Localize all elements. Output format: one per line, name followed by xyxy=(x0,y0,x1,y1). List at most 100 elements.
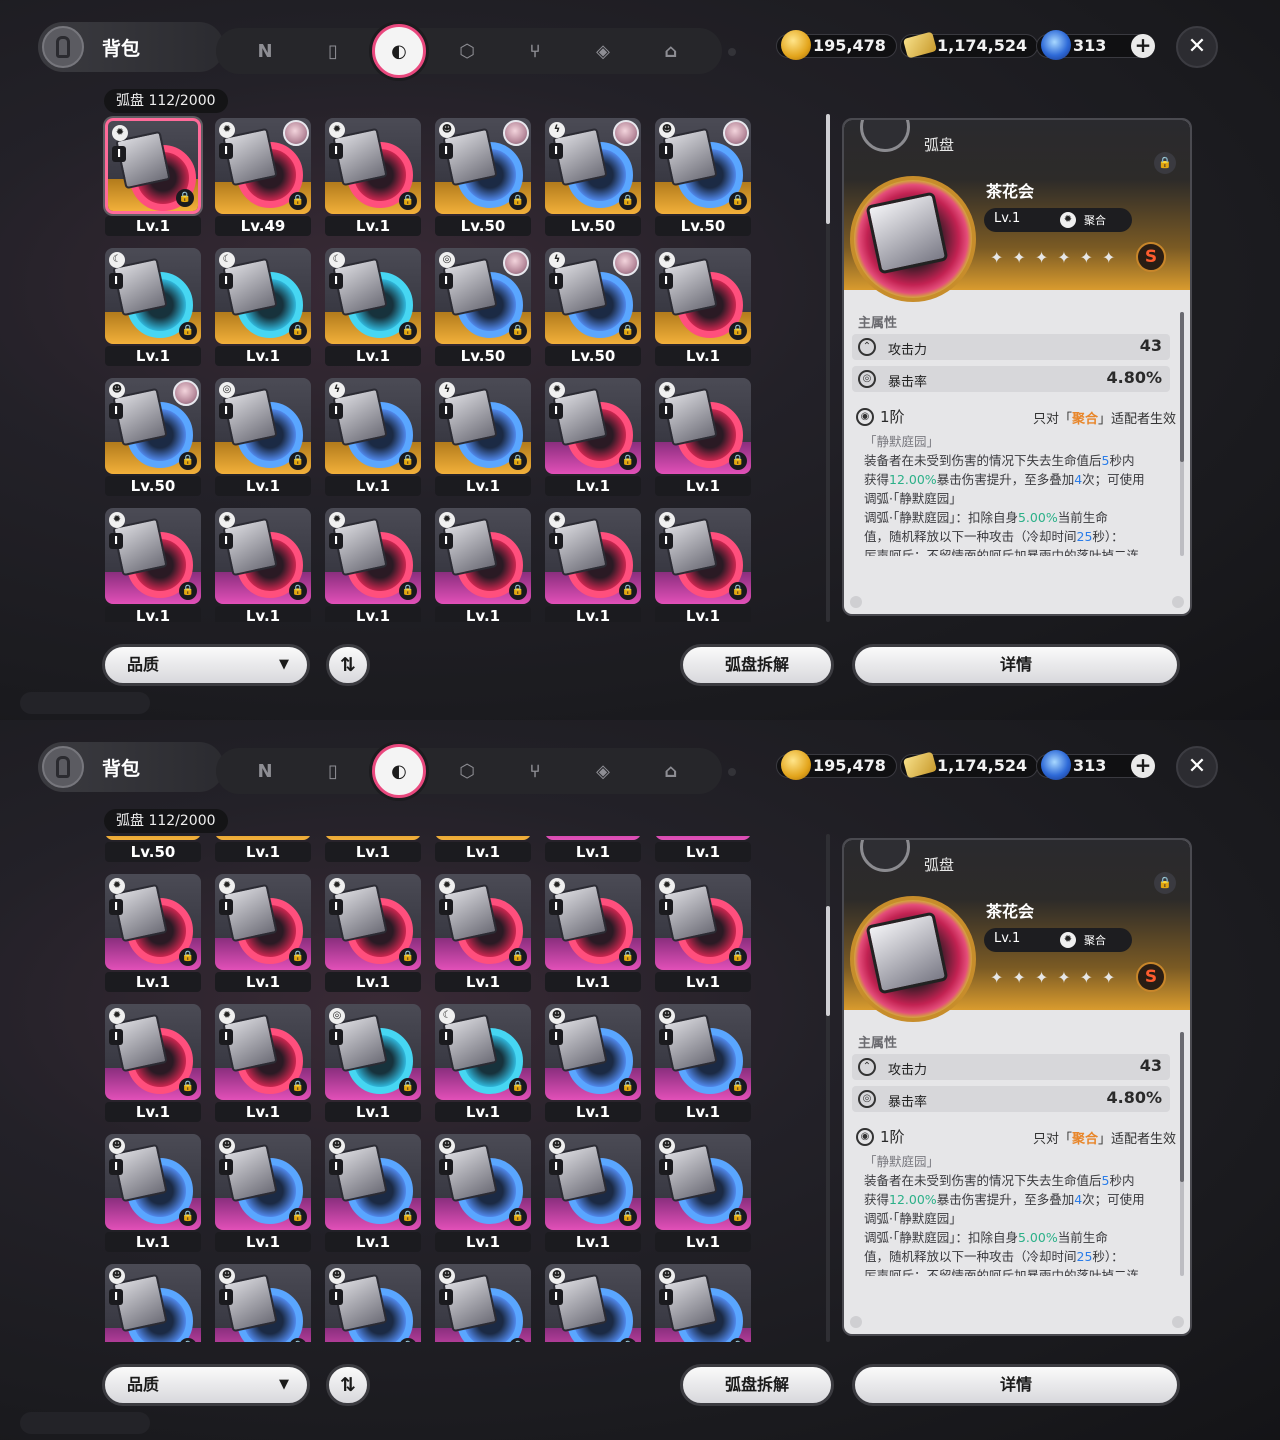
disc-item[interactable]: ◎I🔒Lv.1 xyxy=(210,836,311,862)
disc-item[interactable]: ✹I🔒Lv.1 xyxy=(430,870,531,992)
lock-icon[interactable]: 🔒 xyxy=(1154,152,1176,174)
lock-icon[interactable]: 🔒 xyxy=(619,582,637,600)
dismantle-button[interactable]: 弧盘拆解 xyxy=(680,1364,834,1406)
tab-agents[interactable]: N xyxy=(246,32,284,70)
lock-icon[interactable]: 🔒 xyxy=(289,452,307,470)
sort-toggle-button[interactable]: ⇅ xyxy=(326,644,370,686)
add-gem-button[interactable]: + xyxy=(1131,34,1155,58)
description-scrollbar[interactable] xyxy=(1180,312,1184,556)
disc-item[interactable]: ✹I🔒Lv.1 xyxy=(650,836,751,862)
grid-scrollbar[interactable] xyxy=(826,114,830,622)
disc-item[interactable]: ☻ I 🔒 Lv.1 xyxy=(540,1000,641,1122)
lock-icon[interactable]: 🔒 xyxy=(289,948,307,966)
tab-disc[interactable]: ◐ xyxy=(372,744,426,798)
disc-item[interactable]: ◎ I 🔒 Lv.50 xyxy=(430,244,531,366)
lock-icon[interactable]: 🔒 xyxy=(729,452,747,470)
disc-item[interactable]: ✹I🔒Lv.1 xyxy=(540,870,641,992)
lock-icon[interactable]: 🔒 xyxy=(179,322,197,340)
lock-icon[interactable]: 🔒 xyxy=(729,582,747,600)
close-button[interactable]: ✕ xyxy=(1176,26,1218,68)
lock-icon[interactable]: 🔒 xyxy=(289,1078,307,1096)
disc-item[interactable]: ☻I🔒 xyxy=(540,1260,641,1342)
disc-item[interactable]: ☻I🔒Lv.50 xyxy=(650,114,751,236)
lock-icon[interactable]: 🔒 xyxy=(619,1208,637,1226)
quality-filter-button[interactable]: 品质 ▼ xyxy=(102,1364,310,1406)
lock-icon[interactable]: 🔒 xyxy=(509,1078,527,1096)
details-button[interactable]: 详情 xyxy=(852,1364,1180,1406)
disc-item[interactable]: ☻ I 🔒 Lv.1 xyxy=(320,1130,421,1252)
disc-item[interactable]: ϟ I 🔒 Lv.50 xyxy=(540,244,641,366)
disc-item[interactable]: ☻I🔒 xyxy=(100,1260,201,1342)
lock-icon[interactable]: 🔒 xyxy=(176,189,194,207)
lock-icon[interactable]: 🔒 xyxy=(619,192,637,210)
lock-icon[interactable]: 🔒 xyxy=(399,452,417,470)
lock-icon[interactable]: 🔒 xyxy=(619,948,637,966)
tab-food[interactable]: ⑂ xyxy=(516,752,554,790)
disc-item[interactable]: ☾ I 🔒 Lv.1 xyxy=(100,244,201,366)
disc-item[interactable]: ◎I🔒Lv.1 xyxy=(320,1000,421,1122)
disc-item[interactable]: ✹I🔒Lv.1 xyxy=(650,374,751,496)
disc-item[interactable]: ✹I🔒Lv.1 xyxy=(540,836,641,862)
lock-icon[interactable]: 🔒 xyxy=(399,1078,417,1096)
lock-icon[interactable]: 🔒 xyxy=(729,948,747,966)
disc-item[interactable]: ✹I🔒Lv.1 xyxy=(100,870,201,992)
disc-item[interactable]: ☻ I 🔒 Lv.1 xyxy=(430,1130,531,1252)
disc-item[interactable]: ✹I🔒Lv.1 xyxy=(210,870,311,992)
tab-food[interactable]: ⑂ xyxy=(516,32,554,70)
disc-item[interactable]: ☻I🔒 xyxy=(210,1260,311,1342)
grid-scrollbar[interactable] xyxy=(826,834,830,1342)
disc-item[interactable]: ✹I🔒Lv.1 xyxy=(210,504,311,622)
lock-icon[interactable]: 🔒 xyxy=(399,948,417,966)
disc-item[interactable]: ◎I🔒Lv.1 xyxy=(210,374,311,496)
disc-item[interactable]: ✹ I 🔒 Lv.49 xyxy=(210,114,311,236)
disc-grid[interactable]: ☻I🔒Lv.50◎I🔒Lv.1ϟI🔒Lv.1ϟI🔒Lv.1✹I🔒Lv.1✹I🔒L… xyxy=(100,836,760,1342)
lock-icon[interactable]: 🔒 xyxy=(399,582,417,600)
lock-icon[interactable]: 🔒 xyxy=(509,948,527,966)
lock-icon[interactable]: 🔒 xyxy=(179,1208,197,1226)
lock-icon[interactable]: 🔒 xyxy=(729,1078,747,1096)
sort-toggle-button[interactable]: ⇅ xyxy=(326,1364,370,1406)
disc-item[interactable]: ✹I🔒Lv.1 xyxy=(100,504,201,622)
lock-icon[interactable]: 🔒 xyxy=(509,582,527,600)
disc-item[interactable]: ☾ I 🔒 Lv.1 xyxy=(320,244,421,366)
tab-device[interactable]: ▯ xyxy=(314,32,352,70)
disc-item[interactable]: ☻I🔒Lv.50 xyxy=(100,374,201,496)
disc-item[interactable]: ϟI🔒 Lv.1 xyxy=(430,836,531,862)
close-button[interactable]: ✕ xyxy=(1176,746,1218,788)
disc-item[interactable]: ✹I🔒Lv.1 xyxy=(320,114,421,236)
disc-item[interactable]: ☻ I 🔒 Lv.1 xyxy=(210,1130,311,1252)
tab-disc[interactable]: ◐ xyxy=(372,24,426,78)
lock-icon[interactable]: 🔒 xyxy=(729,322,747,340)
disc-item[interactable]: ☻I🔒 xyxy=(650,1260,751,1342)
disc-item[interactable]: ✹I🔒Lv.1 xyxy=(100,114,201,236)
lock-icon[interactable]: 🔒 xyxy=(289,322,307,340)
tab-material[interactable]: ◈ xyxy=(584,752,622,790)
lock-icon[interactable]: 🔒 xyxy=(289,192,307,210)
disc-item[interactable]: ☾ I 🔒 Lv.1 xyxy=(430,1000,531,1122)
lock-icon[interactable]: 🔒 xyxy=(399,322,417,340)
lock-icon[interactable]: 🔒 xyxy=(729,1208,747,1226)
lock-icon[interactable]: 🔒 xyxy=(619,452,637,470)
disc-item[interactable]: ✹I🔒Lv.1 xyxy=(430,504,531,622)
tab-device[interactable]: ▯ xyxy=(314,752,352,790)
disc-item[interactable]: ☻I🔒Lv.50 xyxy=(100,836,201,862)
tab-home[interactable]: ⌂ xyxy=(652,32,690,70)
disc-item[interactable]: ☻I🔒Lv.50 xyxy=(430,114,531,236)
disc-item[interactable]: ✹I🔒Lv.1 xyxy=(650,870,751,992)
disc-item[interactable]: ϟI🔒 Lv.1 xyxy=(320,836,421,862)
disc-item[interactable]: ✹I🔒Lv.1 xyxy=(650,244,751,366)
lock-icon[interactable]: 🔒 xyxy=(509,1208,527,1226)
lock-icon[interactable]: 🔒 xyxy=(179,582,197,600)
disc-item[interactable]: ☾ I 🔒 Lv.1 xyxy=(210,244,311,366)
lock-icon[interactable]: 🔒 xyxy=(399,192,417,210)
lock-icon[interactable]: 🔒 xyxy=(619,322,637,340)
lock-icon[interactable]: 🔒 xyxy=(289,582,307,600)
disc-item[interactable]: ✹I🔒Lv.1 xyxy=(320,870,421,992)
lock-icon[interactable]: 🔒 xyxy=(509,322,527,340)
tab-box[interactable]: ⬡ xyxy=(448,32,486,70)
disc-item[interactable]: ☻ I 🔒 Lv.1 xyxy=(650,1130,751,1252)
lock-icon[interactable]: 🔒 xyxy=(179,452,197,470)
disc-item[interactable]: ☻I🔒 xyxy=(430,1260,531,1342)
details-button[interactable]: 详情 xyxy=(852,644,1180,686)
lock-icon[interactable]: 🔒 xyxy=(289,1208,307,1226)
